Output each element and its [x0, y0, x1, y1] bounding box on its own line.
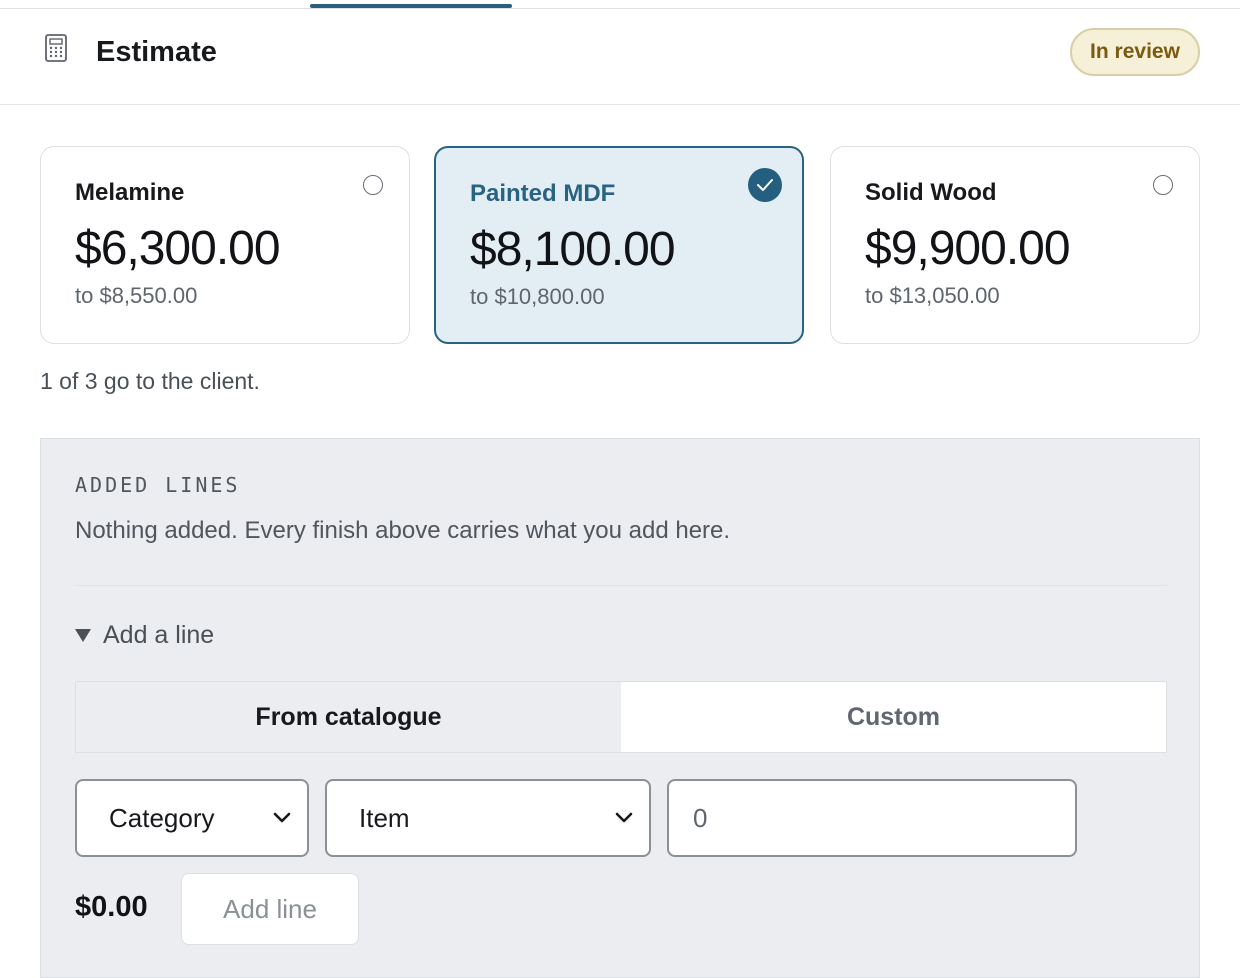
- option-range: to $8,550.00: [75, 283, 198, 308]
- category-select[interactable]: Category: [75, 779, 309, 857]
- option-range: to $10,800.00: [470, 284, 605, 309]
- source-tabs: From catalogue Custom: [75, 681, 1167, 753]
- estimate-header: Estimate In review: [0, 9, 1240, 105]
- check-icon: [757, 179, 773, 191]
- quantity-input[interactable]: 0: [667, 779, 1077, 857]
- tab-custom[interactable]: Custom: [621, 682, 1166, 752]
- item-select-value: Item: [359, 802, 410, 833]
- divider: [75, 585, 1167, 586]
- add-line-toggle[interactable]: Add a line: [75, 621, 214, 650]
- option-card-melamine[interactable]: Melamine $6,300.00 to $8,550.00: [40, 146, 410, 344]
- add-line-button[interactable]: Add line: [181, 873, 359, 945]
- calculator-icon: [45, 34, 67, 62]
- option-card-painted-mdf[interactable]: Painted MDF $8,100.00 to $10,800.00: [434, 146, 804, 344]
- radio-checked[interactable]: [748, 168, 782, 202]
- add-line-toggle-label: Add a line: [103, 621, 215, 649]
- option-name: Solid Wood: [865, 179, 997, 206]
- radio-button[interactable]: [363, 175, 383, 195]
- line-total: $0.00: [75, 891, 148, 923]
- disclosure-triangle-icon: [75, 629, 91, 642]
- active-tab-indicator: [310, 4, 512, 8]
- status-badge: In review: [1070, 28, 1200, 76]
- option-price: $9,900.00: [865, 222, 1071, 275]
- section-label: ADDED LINES: [75, 473, 241, 497]
- option-name: Painted MDF: [470, 180, 616, 207]
- option-card-solid-wood[interactable]: Solid Wood $9,900.00 to $13,050.00: [830, 146, 1200, 344]
- chevron-down-icon: [273, 812, 291, 823]
- empty-message: Nothing added. Every finish above carrie…: [75, 517, 731, 544]
- radio-button[interactable]: [1153, 175, 1173, 195]
- chevron-down-icon: [615, 812, 633, 823]
- option-price: $6,300.00: [75, 222, 281, 275]
- selection-note: 1 of 3 go to the client.: [40, 368, 260, 394]
- item-select[interactable]: Item: [325, 779, 651, 857]
- option-name: Melamine: [75, 179, 185, 206]
- added-lines-panel: ADDED LINES Nothing added. Every finish …: [40, 438, 1200, 978]
- category-select-value: Category: [109, 802, 215, 833]
- page-title: Estimate: [96, 36, 217, 68]
- tab-from-catalogue[interactable]: From catalogue: [76, 682, 621, 752]
- option-range: to $13,050.00: [865, 283, 1000, 308]
- option-price: $8,100.00: [470, 223, 676, 276]
